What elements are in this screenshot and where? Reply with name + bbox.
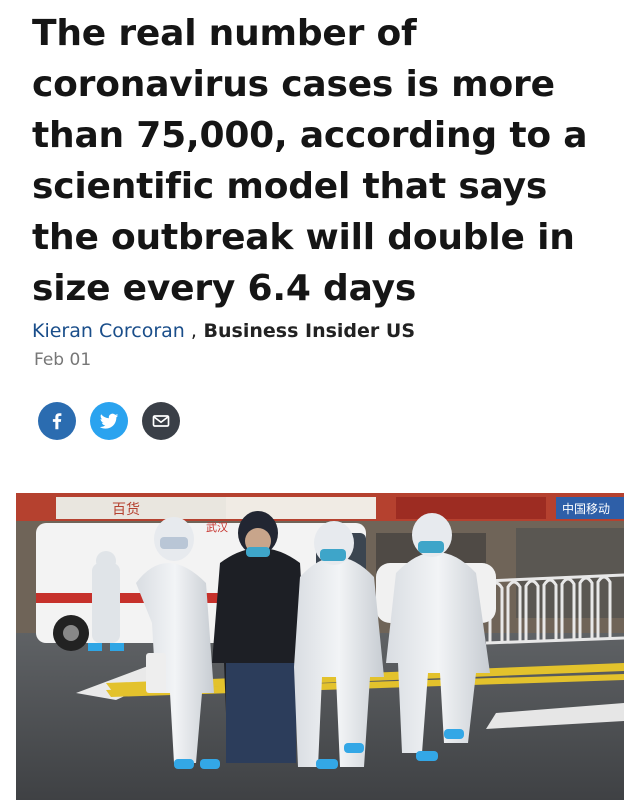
byline: Kieran Corcoran , Business Insider US	[32, 320, 415, 342]
twitter-icon	[99, 413, 119, 429]
storefront-sign: 百货	[112, 501, 140, 518]
article-photo[interactable]: 百货 中国移动 武汉	[16, 493, 624, 800]
share-buttons	[38, 402, 180, 440]
article-headline: The real number of coronavirus cases is …	[32, 13, 588, 309]
facebook-icon	[52, 413, 62, 430]
storefront-sign: 中国移动	[562, 501, 610, 516]
photo-illustration: 百货 中国移动 武汉	[16, 493, 624, 800]
publish-date: Feb 01	[34, 350, 92, 370]
publisher-name: Business Insider US	[196, 320, 416, 342]
author-link[interactable]: Kieran Corcoran	[32, 320, 185, 342]
email-share-button[interactable]	[142, 402, 180, 440]
byline-separator: ,	[184, 320, 197, 342]
ambulance-text: 武汉	[206, 521, 228, 534]
email-icon	[152, 415, 170, 427]
facebook-share-button[interactable]	[38, 402, 76, 440]
twitter-share-button[interactable]	[90, 402, 128, 440]
